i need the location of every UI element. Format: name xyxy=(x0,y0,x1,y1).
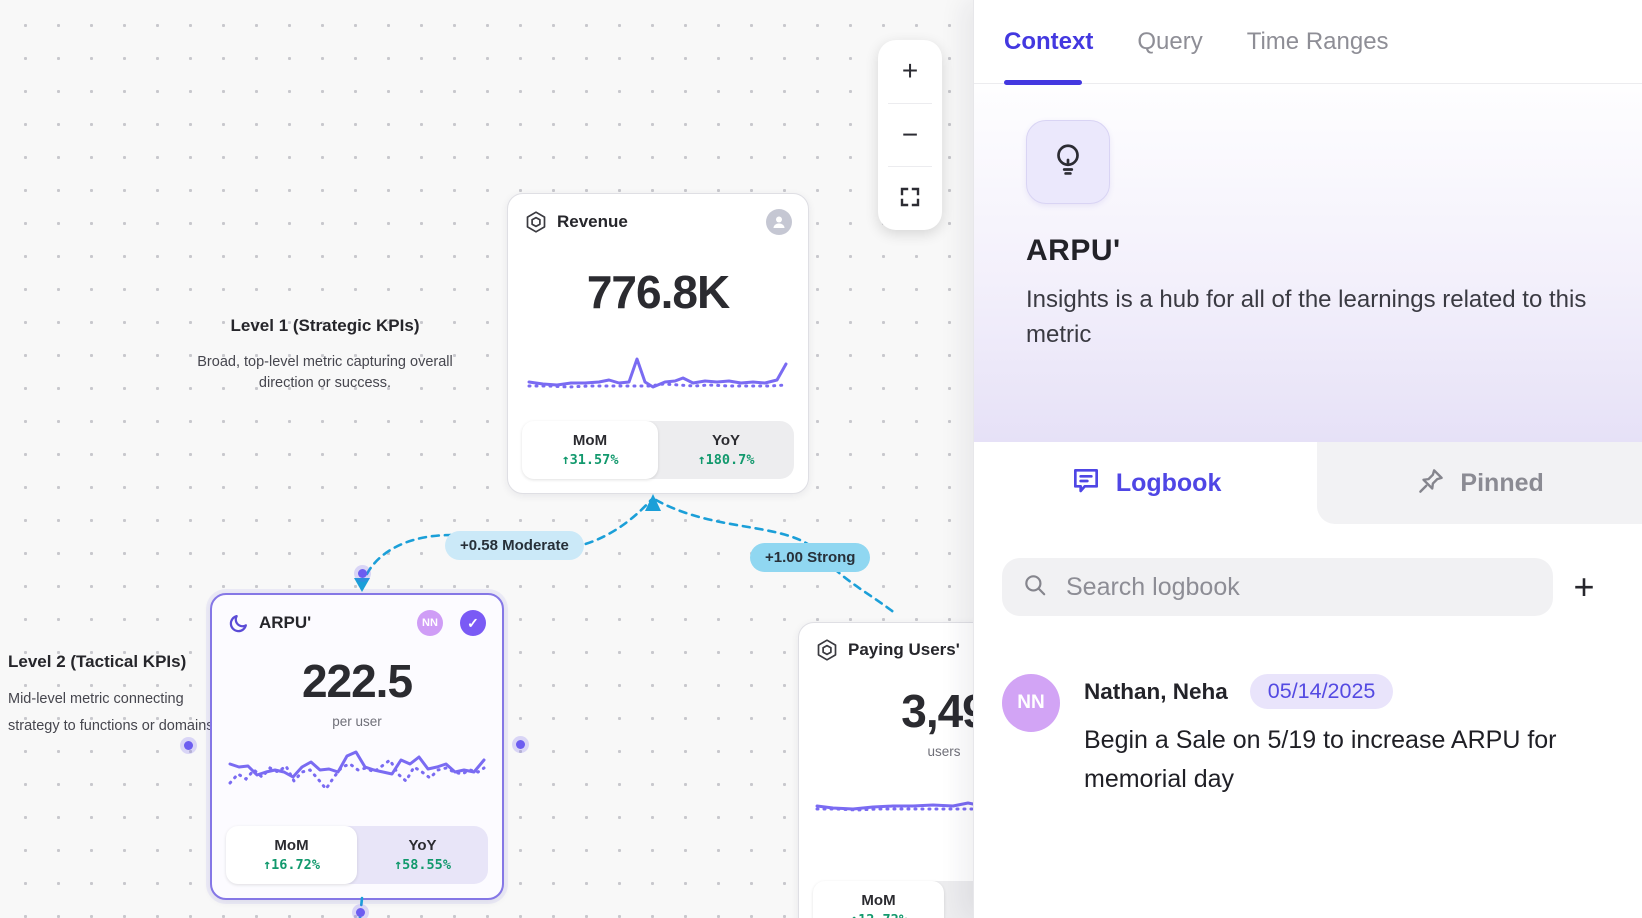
yoy-toggle[interactable]: YoY ↑180.7% xyxy=(658,421,794,479)
fit-view-button[interactable] xyxy=(878,167,942,230)
context-panel: Context Query Time Ranges ARPU' Insights… xyxy=(973,0,1642,918)
logbook-entry[interactable]: NN Nathan, Neha 05/14/2025 Begin a Sale … xyxy=(1002,674,1615,799)
zoom-out-button[interactable]: − xyxy=(878,104,942,167)
tab-logbook[interactable]: Logbook xyxy=(974,442,1317,524)
metric-unit: per user xyxy=(212,714,502,729)
entry-author: Nathan, Neha xyxy=(1084,679,1228,705)
panel-tab-bar: Context Query Time Ranges xyxy=(974,0,1642,84)
insight-tile xyxy=(1026,120,1110,204)
app-window: Level 1 (Strategic KPIs) Broad, top-leve… xyxy=(0,0,1642,918)
handle-arpu-right[interactable] xyxy=(516,740,525,749)
active-tab-underline xyxy=(1004,80,1082,85)
logbook-content: + NN Nathan, Neha 05/14/2025 Begin a Sal… xyxy=(974,524,1642,918)
sparkline xyxy=(226,741,488,803)
card-title: Paying Users' xyxy=(848,640,960,660)
mom-yoy-switch: MoM ↑31.57% YoY ↑180.7% xyxy=(522,421,794,479)
handle-arpu-top[interactable] xyxy=(358,569,367,578)
search-input[interactable] xyxy=(1064,572,1533,603)
yoy-toggle[interactable]: YoY ↑58.55% xyxy=(357,826,488,884)
edge-label-moderate[interactable]: +0.58 Moderate xyxy=(445,531,584,560)
tab-query[interactable]: Query xyxy=(1137,28,1202,56)
owner-avatar[interactable] xyxy=(766,209,792,235)
panel-metric-title: ARPU' xyxy=(1026,234,1591,268)
logbook-search[interactable] xyxy=(1002,558,1553,616)
zoom-in-button[interactable]: + xyxy=(878,40,942,103)
metric-value: 222.5 xyxy=(212,654,502,708)
add-logbook-entry-button[interactable]: + xyxy=(1553,569,1615,605)
mom-toggle[interactable]: MoM ↑12.72% xyxy=(813,881,944,918)
mom-toggle[interactable]: MoM ↑31.57% xyxy=(522,421,658,479)
mom-toggle[interactable]: MoM ↑16.72% xyxy=(226,826,357,884)
tab-context[interactable]: Context xyxy=(1004,28,1093,56)
entry-avatar: NN xyxy=(1002,674,1060,732)
logbook-pinned-tabs: Logbook Pinned xyxy=(974,442,1642,524)
hexagon-node-icon xyxy=(524,210,548,234)
edge-label-strong[interactable]: +1.00 Strong xyxy=(750,543,870,572)
lightbulb-icon xyxy=(1049,141,1087,184)
verified-badge: ✓ xyxy=(460,610,486,636)
panel-metric-description: Insights is a hub for all of the learnin… xyxy=(1026,282,1591,352)
metric-tree-canvas[interactable]: Level 1 (Strategic KPIs) Broad, top-leve… xyxy=(0,0,973,918)
level1-description: Broad, top-level metric capturing overal… xyxy=(185,352,465,394)
fullscreen-icon xyxy=(899,183,921,215)
arrowhead-into-revenue xyxy=(645,494,661,511)
card-title: ARPU' xyxy=(259,613,311,633)
logbook-icon xyxy=(1070,465,1102,502)
tab-pinned[interactable]: Pinned xyxy=(1317,442,1642,524)
metric-card-revenue[interactable]: Revenue 776.8K MoM ↑31.57% Yo xyxy=(507,193,809,494)
level1-annotation: Level 1 (Strategic KPIs) Broad, top-leve… xyxy=(185,316,465,394)
tab-time-ranges[interactable]: Time Ranges xyxy=(1247,28,1389,56)
handle-arpu-bottom[interactable] xyxy=(356,908,365,917)
hexagon-node-icon xyxy=(815,638,839,662)
handle-arpu-left[interactable] xyxy=(184,741,193,750)
crescent-moon-icon xyxy=(228,612,250,634)
card-title: Revenue xyxy=(557,212,628,232)
arrowhead-into-arpu xyxy=(354,578,370,592)
mom-yoy-switch: MoM ↑16.72% YoY ↑58.55% xyxy=(226,826,488,884)
pushpin-icon xyxy=(1416,466,1446,501)
metric-card-arpu[interactable]: ARPU' NN ✓ 222.5 per user MoM ↑16.72% Yo… xyxy=(210,593,504,900)
sparkline xyxy=(525,351,791,397)
entry-date-badge: 05/14/2025 xyxy=(1250,674,1394,709)
search-icon xyxy=(1022,572,1048,603)
level1-title: Level 1 (Strategic KPIs) xyxy=(185,316,465,336)
canvas-zoom-toolbar: + − xyxy=(878,40,942,230)
entry-note: Begin a Sale on 5/19 to increase ARPU fo… xyxy=(1084,721,1589,799)
metric-value: 776.8K xyxy=(508,265,808,319)
assignee-avatar[interactable]: NN xyxy=(417,610,443,636)
metric-context-header: ARPU' Insights is a hub for all of the l… xyxy=(974,84,1642,442)
